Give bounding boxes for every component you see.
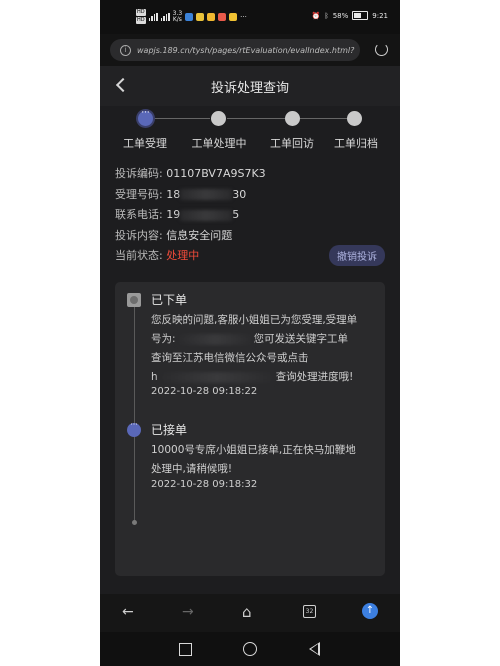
step-4-label: 工单归档: [334, 137, 378, 150]
bluetooth-icon: ᛒ: [324, 11, 329, 20]
info-row-accept-number: 受理号码: 18 30: [115, 186, 385, 207]
info-row-phone: 联系电话: 19 5: [115, 206, 385, 227]
signal-icon: [148, 12, 158, 21]
timeline-line-3: 查询至江苏电信微信公众号或点击: [151, 352, 309, 364]
code-value: 01107BV7A9S7K3: [166, 167, 266, 180]
status-right: ⏰ ᛒ 58% 9:21: [312, 11, 388, 20]
timeline-line-1: 10000号专席小姐姐已接单,正在快马加鞭地: [151, 444, 356, 456]
content-value: 信息安全问题: [166, 228, 233, 242]
timeline-end-dot: [132, 520, 137, 525]
timeline-line-2: 处理中,请稍候哦!: [151, 463, 233, 475]
step-4-dot: [347, 111, 362, 126]
redaction-mask: [175, 333, 254, 345]
system-navigation-bar: [100, 632, 400, 666]
redaction-mask: [157, 371, 276, 383]
sim1-badge: HD: [136, 9, 146, 16]
step-connector: [300, 118, 347, 119]
page-header: 投诉处理查询: [100, 66, 400, 106]
order-accepted-icon: [127, 420, 141, 437]
back-icon[interactable]: ←: [122, 605, 134, 619]
battery-icon: [352, 11, 369, 20]
redaction-mask: [180, 189, 233, 200]
timeline-title: 已下单: [151, 293, 188, 307]
upload-arrow-icon[interactable]: ↑: [362, 603, 378, 619]
step-2-label: 工单处理中: [191, 137, 247, 150]
query-link[interactable]: h: [151, 371, 158, 383]
step-3-dot: [285, 111, 300, 126]
accept-number-value: 18: [166, 187, 181, 201]
info-row-content: 投诉内容: 信息安全问题: [115, 227, 385, 248]
accept-number-label: 受理号码:: [115, 187, 163, 201]
step-1-dot: [138, 108, 153, 126]
info-row-code: 投诉编码: 01107BV7A9S7K3: [115, 165, 385, 186]
timeline-line-1: 您反映的问题,客服小姐姐已为您受理,受理单: [151, 314, 358, 326]
sim2-badge: HD: [136, 17, 146, 24]
step-1-label: 工单受理: [123, 137, 167, 150]
home-icon[interactable]: ⌂: [242, 605, 252, 620]
timeline-text: 10000号专席小姐姐已接单,正在快马加鞭地 处理中,请稍候哦!: [151, 441, 383, 479]
app-notification-icon: [185, 12, 194, 21]
status-value: 处理中: [166, 249, 200, 262]
redaction-mask: [180, 209, 233, 221]
info-icon[interactable]: i: [120, 44, 131, 56]
sim-badges: HD HD: [136, 9, 146, 24]
url-text[interactable]: wapjs.189.cn/tysh/pages/rtEvaluation/eva…: [137, 46, 357, 55]
phone-label: 联系电话:: [115, 208, 163, 221]
step-connector: [154, 118, 210, 119]
reload-icon[interactable]: [375, 43, 388, 56]
app-notification-icon: [218, 12, 227, 21]
code-label: 投诉编码:: [115, 167, 163, 180]
net-speed: 3.3 K/s: [172, 10, 183, 23]
step-2-dot: [211, 111, 226, 126]
content-label: 投诉内容:: [115, 228, 163, 242]
timeline-title: 已接单: [151, 423, 188, 437]
signal-icon-2: [160, 12, 170, 21]
forward-icon[interactable]: →: [182, 605, 194, 619]
info-row-status: 当前状态: 处理中 撤销投诉: [115, 245, 385, 268]
timeline-card: 已下单 您反映的问题,客服小姐姐已为您受理,受理单 号为: 您可发送关键字工单 查…: [115, 282, 385, 576]
recent-apps-icon[interactable]: [179, 643, 192, 656]
app-notification-icon: [207, 12, 216, 21]
phone-screen: HD HD 3.3 K/s ··· ⏰ ᛒ 58% 9:21 i wapjs.1…: [100, 0, 400, 666]
timeline-line-4: h 查询处理进度哦!: [151, 371, 354, 383]
cancel-complaint-button[interactable]: 撤销投诉: [329, 245, 385, 266]
status-time: 9:21: [372, 11, 388, 20]
page-title: 投诉处理查询: [210, 81, 289, 96]
url-field[interactable]: i wapjs.189.cn/tysh/pages/rtEvaluation/e…: [110, 39, 360, 61]
accept-number-suffix: 30: [232, 187, 247, 201]
tabs-button[interactable]: 32: [303, 605, 316, 618]
net-speed-unit: K/s: [172, 15, 182, 23]
timeline-timestamp: 2022-10-28 09:18:22: [151, 386, 258, 397]
order-placed-icon: [127, 293, 141, 307]
timeline-line-2: 号为: 您可发送关键字工单: [151, 333, 349, 345]
status-left: HD HD 3.3 K/s ···: [136, 9, 247, 24]
progress-steps: 工单受理 工单处理中 工单回访 工单归档: [100, 106, 400, 162]
more-dots-icon: ···: [240, 12, 247, 21]
browser-address-bar: i wapjs.189.cn/tysh/pages/rtEvaluation/e…: [100, 34, 400, 66]
phone-suffix: 5: [232, 208, 240, 221]
phone-value: 19: [166, 208, 181, 221]
status-bar: HD HD 3.3 K/s ··· ⏰ ᛒ 58% 9:21: [100, 0, 400, 34]
browser-bottom-nav: ← → ⌂ 32 ↑: [100, 594, 400, 632]
app-notification-icon: [229, 12, 238, 21]
alarm-icon: ⏰: [311, 11, 321, 20]
status-label: 当前状态:: [115, 249, 163, 262]
app-notification-icon: [196, 12, 205, 21]
step-connector: [227, 118, 285, 119]
timeline-timestamp: 2022-10-28 09:18:32: [151, 479, 258, 490]
timeline-text: 您反映的问题,客服小姐姐已为您受理,受理单 号为: 您可发送关键字工单 查询至江苏…: [151, 311, 383, 387]
timeline-line: [134, 302, 135, 524]
system-back-icon[interactable]: [309, 642, 320, 656]
complaint-info: 投诉编码: 01107BV7A9S7K3 受理号码: 18 30 联系电话: 19…: [115, 165, 385, 268]
system-home-icon[interactable]: [243, 642, 257, 656]
battery-percent: 58%: [332, 11, 349, 20]
